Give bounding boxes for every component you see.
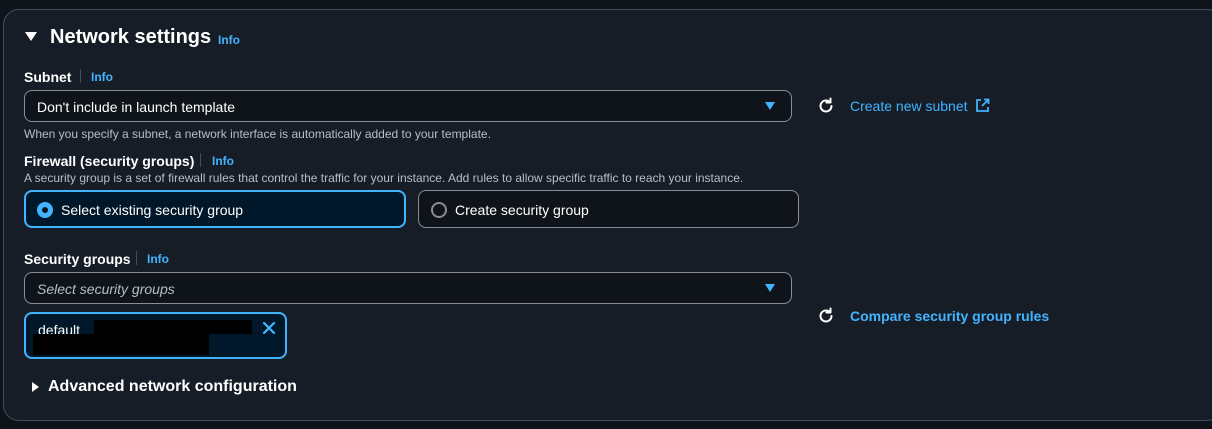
security-groups-select[interactable]: Select security groups	[24, 272, 792, 304]
radio-selected-icon[interactable]	[37, 202, 53, 218]
select-existing-sg-label: Select existing security group	[61, 202, 244, 218]
external-link-icon	[975, 98, 990, 118]
dropdown-caret-icon	[765, 102, 775, 110]
collapse-caret-icon[interactable]	[25, 32, 37, 41]
firewall-label-divider	[200, 153, 201, 167]
create-new-subnet-link[interactable]: Create new subnet	[850, 98, 990, 118]
firewall-description: A security group is a set of firewall ru…	[24, 171, 744, 185]
redacted-block	[33, 334, 209, 355]
subnet-hint: When you specify a subnet, a network int…	[24, 127, 491, 141]
section-info-link[interactable]: Info	[218, 33, 240, 47]
firewall-info-link[interactable]: Info	[212, 154, 234, 168]
radio-unselected-icon[interactable]	[431, 202, 447, 218]
create-new-subnet-label: Create new subnet	[850, 98, 968, 114]
remove-token-icon[interactable]	[262, 321, 276, 335]
create-sg-tile[interactable]: Create security group	[418, 190, 799, 228]
security-groups-label-divider	[136, 251, 137, 265]
subnet-label-divider	[80, 69, 81, 83]
redacted-block	[94, 320, 252, 334]
refresh-icon[interactable]	[817, 97, 835, 115]
security-groups-placeholder: Select security groups	[37, 281, 175, 297]
select-existing-sg-tile[interactable]: Select existing security group	[24, 190, 406, 228]
section-title[interactable]: Network settings	[50, 26, 211, 49]
security-group-token: default	[24, 312, 287, 359]
dropdown-caret-icon	[765, 284, 775, 292]
expand-caret-icon[interactable]	[32, 382, 39, 392]
security-groups-label: Security groups	[24, 251, 131, 267]
subnet-select[interactable]: Don't include in launch template	[24, 90, 792, 122]
subnet-select-value: Don't include in launch template	[37, 99, 236, 115]
compare-sg-rules-link[interactable]: Compare security group rules	[850, 308, 1049, 324]
create-sg-label: Create security group	[455, 202, 589, 218]
subnet-info-link[interactable]: Info	[91, 70, 113, 84]
security-groups-info-link[interactable]: Info	[147, 252, 169, 266]
advanced-network-config-toggle[interactable]: Advanced network configuration	[48, 378, 297, 396]
firewall-label: Firewall (security groups)	[24, 153, 195, 169]
refresh-icon[interactable]	[817, 307, 835, 325]
subnet-label: Subnet	[24, 69, 72, 85]
